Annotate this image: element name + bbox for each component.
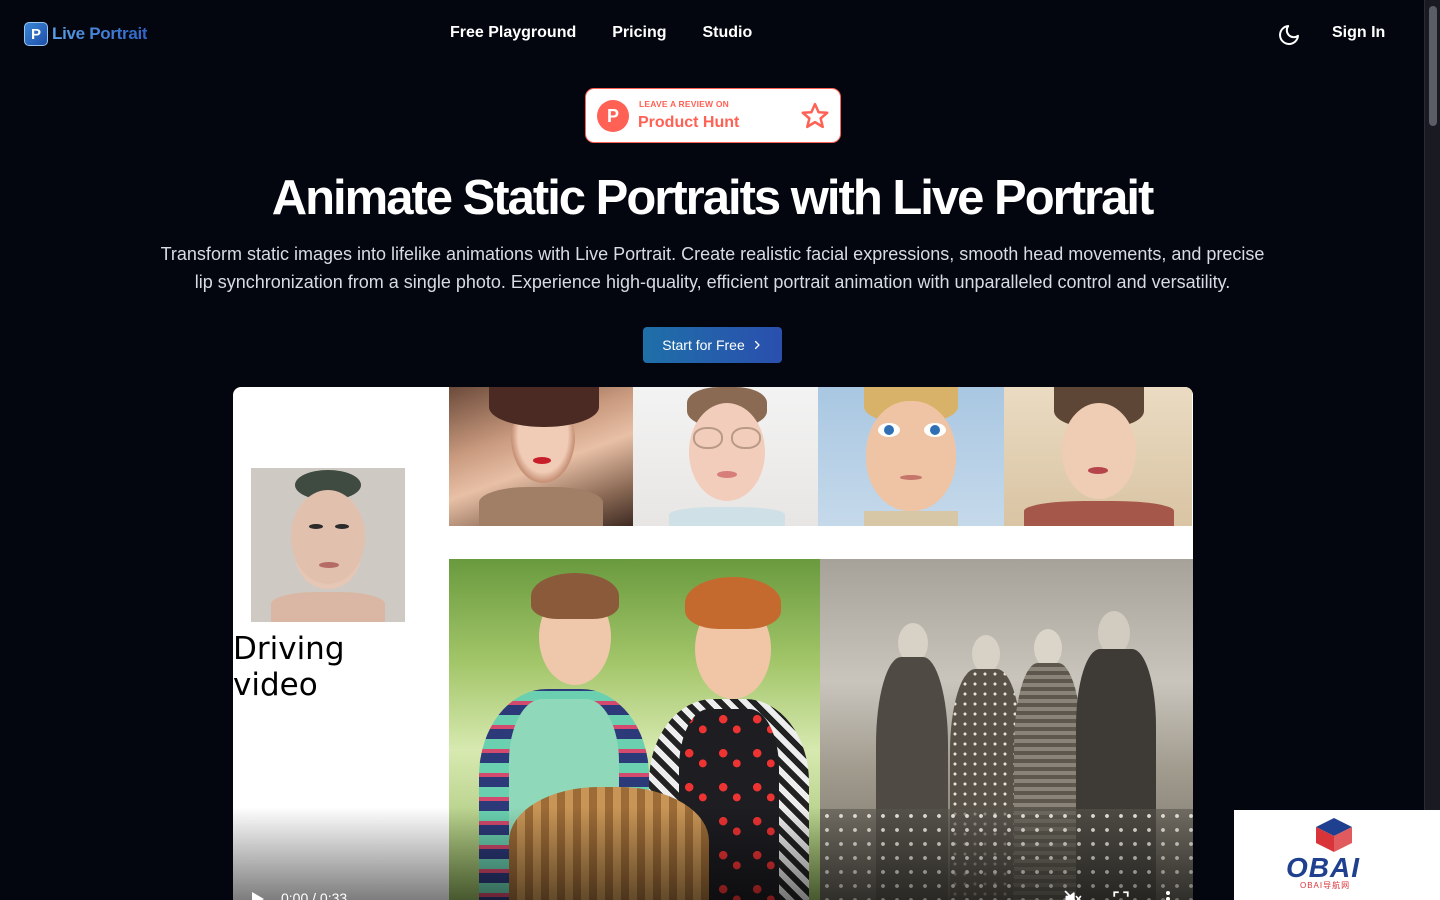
more-options-icon[interactable] xyxy=(1163,889,1173,900)
cta-label: Start for Free xyxy=(662,337,745,353)
portrait-boy-glasses xyxy=(633,387,818,526)
page-title: Animate Static Portraits with Live Portr… xyxy=(271,171,1155,225)
start-for-free-button[interactable]: Start for Free xyxy=(643,327,782,363)
site-header: P Live Portrait Free Playground Pricing … xyxy=(0,0,1424,68)
corner-watermark: OBAI OBAI导航网 xyxy=(1234,810,1440,900)
nav-free-playground[interactable]: Free Playground xyxy=(450,24,576,42)
mute-icon[interactable] xyxy=(1063,889,1083,900)
main-nav: Free Playground Pricing Studio xyxy=(450,24,752,42)
portrait-woman-red-lips xyxy=(449,387,633,526)
driving-video-thumbnail xyxy=(251,468,405,622)
fullscreen-icon[interactable] xyxy=(1112,890,1130,900)
badge-title: Product Hunt xyxy=(638,114,740,131)
logo-link[interactable]: P Live Portrait xyxy=(24,22,148,46)
hero-description: Transform static images into lifelike an… xyxy=(160,244,1265,292)
nav-pricing[interactable]: Pricing xyxy=(612,24,666,42)
logo-icon: P xyxy=(24,22,48,46)
sign-in-button[interactable]: Sign In xyxy=(1332,24,1385,42)
portrait-cartoon-boy xyxy=(818,387,1004,526)
driving-video-label: Driving video xyxy=(233,631,345,703)
page-scrollbar[interactable] xyxy=(1424,0,1440,900)
chevron-right-icon xyxy=(754,340,760,350)
demo-video-player[interactable]: Driving video 0:00 / 0:33 xyxy=(233,387,1193,900)
nav-studio[interactable]: Studio xyxy=(702,24,752,42)
logo-text: Live Portrait xyxy=(52,24,148,43)
cube-logo-icon xyxy=(1316,818,1352,852)
scrollbar-thumb[interactable] xyxy=(1429,6,1437,126)
play-icon[interactable] xyxy=(251,891,265,900)
theme-toggle-button[interactable] xyxy=(1276,22,1302,48)
watermark-subtext: OBAI导航网 xyxy=(1300,881,1351,890)
product-hunt-logo-icon: P xyxy=(597,100,629,132)
video-controls: 0:00 / 0:33 xyxy=(233,807,1193,900)
badge-caption: LEAVE A REVIEW ON xyxy=(639,99,729,109)
moon-icon xyxy=(1279,25,1299,45)
video-time: 0:00 / 0:33 xyxy=(281,890,348,900)
portrait-vintage-woman xyxy=(1004,387,1192,526)
product-hunt-badge[interactable]: P LEAVE A REVIEW ON Product Hunt xyxy=(585,88,841,143)
star-icon xyxy=(801,102,829,129)
